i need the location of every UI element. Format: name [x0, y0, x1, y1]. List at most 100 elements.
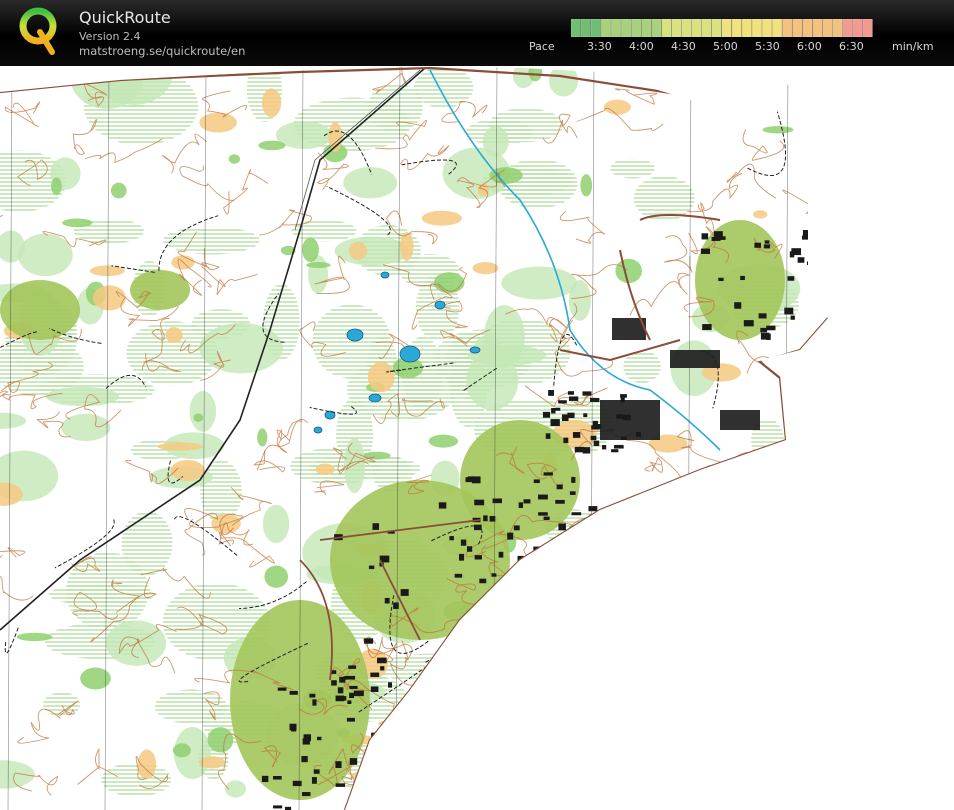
- building: [261, 775, 269, 783]
- open-land: [367, 361, 395, 393]
- building: [474, 499, 485, 506]
- large-building: [670, 350, 720, 368]
- building: [349, 758, 358, 765]
- building: [551, 408, 556, 414]
- pace-legend-label: Pace: [529, 40, 555, 53]
- building: [376, 731, 382, 739]
- building: [393, 602, 399, 609]
- building: [614, 444, 623, 449]
- vegetation-light: [46, 386, 120, 407]
- building: [370, 672, 380, 677]
- lake: [434, 300, 446, 310]
- building: [518, 502, 524, 508]
- app-title: QuickRoute: [79, 8, 171, 27]
- pace-scale-block: [701, 19, 712, 37]
- building: [335, 761, 342, 769]
- building: [556, 484, 563, 490]
- contour-line: [686, 601, 722, 656]
- vegetation-dense: [773, 774, 790, 782]
- open-land: [734, 611, 748, 628]
- pace-scale-block: [842, 19, 853, 37]
- open-land: [348, 241, 368, 261]
- building: [801, 235, 810, 240]
- pace-scale-block: [621, 19, 631, 37]
- open-land: [421, 210, 462, 226]
- open-land: [662, 482, 683, 495]
- vegetation-hatch: [42, 692, 81, 717]
- building: [376, 752, 384, 759]
- building: [492, 498, 502, 504]
- building: [713, 231, 723, 238]
- vegetation-hatch: [692, 660, 791, 719]
- large-building: [720, 410, 760, 430]
- vegetation-hatch: [685, 484, 787, 548]
- building: [273, 805, 283, 809]
- building: [543, 516, 550, 521]
- orienteering-map[interactable]: [0, 66, 954, 810]
- building: [303, 734, 312, 742]
- building: [348, 665, 357, 669]
- open-land: [157, 442, 204, 451]
- settlement-area: [695, 220, 785, 340]
- pace-scale-block: [822, 19, 833, 37]
- pace-scale-block: [762, 19, 772, 37]
- building: [582, 391, 592, 396]
- contour-line: [733, 451, 773, 487]
- app-url-link[interactable]: matstroeng.se/quickroute/en: [79, 44, 245, 58]
- pace-scale-block: [772, 19, 782, 37]
- pace-scale-block: [580, 19, 591, 37]
- building: [556, 574, 565, 581]
- contour-line: [714, 494, 757, 534]
- pace-scale-block: [691, 19, 702, 37]
- building: [583, 413, 588, 418]
- building: [364, 638, 374, 644]
- footpath: [733, 461, 769, 512]
- building: [563, 437, 569, 444]
- building: [507, 532, 514, 540]
- building: [313, 769, 320, 774]
- building: [438, 502, 447, 509]
- building: [384, 597, 390, 604]
- footpath: [486, 624, 551, 648]
- building: [743, 320, 754, 327]
- open-land: [584, 599, 620, 612]
- pace-scale-block: [832, 19, 843, 37]
- vegetation-dense: [51, 177, 62, 196]
- building: [377, 657, 387, 664]
- open-land: [199, 112, 237, 133]
- vegetation-dense: [264, 565, 289, 588]
- building: [754, 242, 762, 248]
- open-land: [642, 499, 654, 522]
- vegetation-light: [632, 583, 690, 627]
- vegetation-dense: [751, 66, 769, 78]
- open-land: [566, 728, 578, 757]
- pace-unit: min/km: [892, 40, 934, 53]
- pace-scale-block: [731, 19, 742, 37]
- contour-line: [627, 575, 682, 595]
- building: [491, 573, 497, 577]
- building: [346, 717, 355, 722]
- building: [316, 736, 322, 741]
- building: [790, 315, 795, 320]
- vegetation-light: [607, 542, 642, 596]
- building: [345, 675, 356, 680]
- vegetation-light: [501, 266, 578, 300]
- building: [469, 622, 475, 628]
- building: [311, 777, 317, 784]
- pace-scale-block: [651, 19, 662, 37]
- building: [764, 240, 770, 244]
- building: [702, 324, 712, 331]
- vegetation-hatch: [162, 226, 260, 255]
- large-building: [600, 400, 660, 440]
- open-land: [603, 99, 631, 115]
- building: [593, 440, 600, 446]
- pace-scale-block: [782, 19, 793, 37]
- building: [550, 419, 560, 427]
- building: [784, 307, 794, 315]
- open-land: [399, 231, 414, 261]
- open-land: [643, 699, 683, 726]
- building: [551, 556, 559, 564]
- pace-scale-block: [611, 19, 621, 37]
- building: [309, 693, 316, 698]
- building: [301, 756, 308, 763]
